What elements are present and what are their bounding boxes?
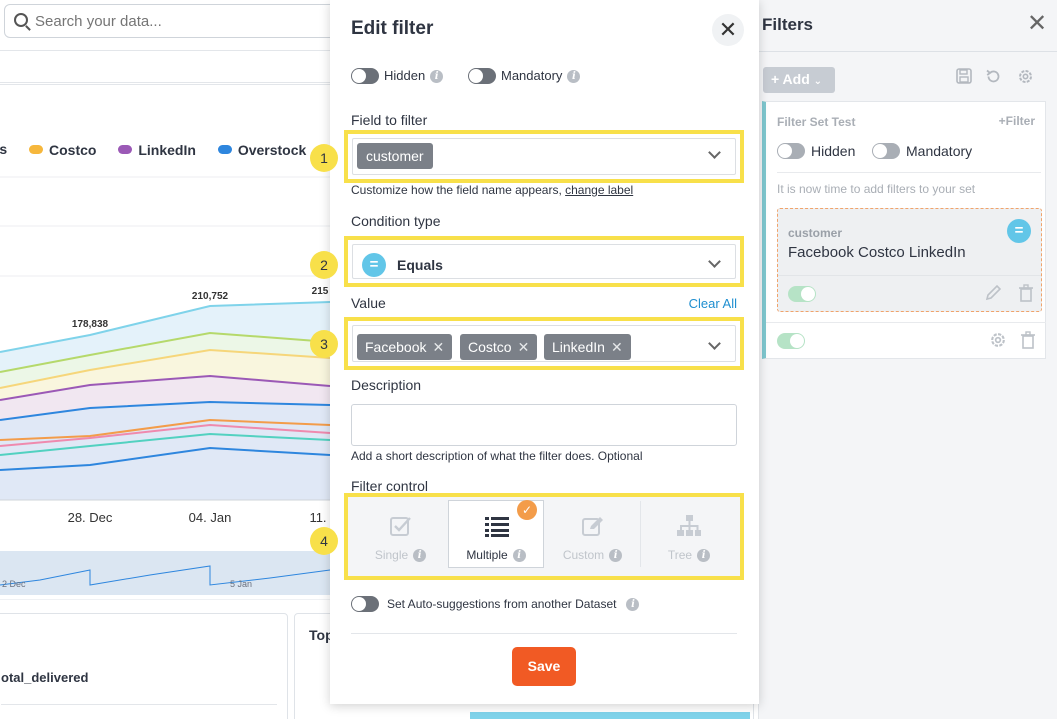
- condition-value: Equals: [397, 257, 443, 273]
- filter-set: Filter Set Test +Filter Hidden Mandatory…: [762, 101, 1046, 359]
- edit-icon: [582, 517, 603, 536]
- filter-set-hint: It is now time to add filters to your se…: [777, 182, 976, 196]
- filter-set-title: Filter Set Test: [777, 115, 856, 129]
- field-hint: Customize how the field name appears, ch…: [351, 183, 634, 197]
- checkbox-icon: [390, 517, 411, 536]
- add-filter-dropdown[interactable]: + Add ⌄: [763, 67, 835, 93]
- list-icon: [485, 517, 509, 537]
- info-icon[interactable]: i: [609, 549, 623, 563]
- auto-suggest-label: Set Auto-suggestions from another Datase…: [387, 597, 640, 612]
- close-icon[interactable]: ✕: [432, 339, 444, 355]
- mandatory-label: Mandatory: [906, 143, 973, 159]
- area-chart: 178,838 210,752 215 28. Dec 04. Jan 11. …: [0, 176, 330, 600]
- filter-control-label: Filter control: [351, 478, 429, 494]
- step-badge-1: 1: [310, 144, 338, 172]
- description-hint: Add a short description of what the filt…: [351, 449, 643, 463]
- chart-gridlines: [0, 176, 330, 277]
- x-tick-label: 28. Dec: [68, 510, 113, 525]
- check-icon: ✓: [517, 500, 537, 520]
- info-icon[interactable]: i: [512, 549, 526, 563]
- hidden-toggle[interactable]: [777, 143, 805, 159]
- condition-label: Condition type: [351, 213, 441, 229]
- control-option-single[interactable]: Single i: [353, 501, 449, 567]
- condition-select[interactable]: = Equals: [352, 244, 736, 279]
- step-badge-2: 2: [310, 251, 338, 279]
- equals-icon: =: [1007, 219, 1031, 243]
- filter-set-enabled-toggle[interactable]: [777, 333, 805, 349]
- navigator-label: 2 Dec: [2, 579, 26, 589]
- control-option-custom[interactable]: Custom i: [545, 501, 641, 567]
- info-icon[interactable]: i: [430, 70, 444, 84]
- tree-icon: [677, 515, 701, 536]
- data-label: 215: [312, 286, 329, 297]
- condition-select-highlight: = Equals: [344, 236, 744, 287]
- value-chip-facebook[interactable]: Facebook ✕: [357, 334, 453, 360]
- step-badge-4: 4: [310, 527, 338, 555]
- hidden-toggle[interactable]: [351, 68, 379, 84]
- info-icon[interactable]: i: [626, 598, 640, 612]
- field-select[interactable]: customer: [352, 138, 736, 175]
- trash-icon[interactable]: [1020, 331, 1036, 354]
- control-option-tree[interactable]: Tree i: [641, 501, 737, 567]
- hidden-label: Hidden: [811, 143, 856, 159]
- filter-values: Facebook Costco LinkedIn: [788, 244, 966, 261]
- filter-card-customer[interactable]: customer Facebook Costco LinkedIn =: [777, 208, 1042, 312]
- close-icon[interactable]: ✕: [518, 339, 530, 355]
- value-chip-linkedin[interactable]: LinkedIn ✕: [544, 334, 631, 360]
- info-icon[interactable]: i: [413, 549, 427, 563]
- filters-title: Filters: [762, 15, 814, 34]
- chevron-down-icon: [708, 255, 721, 268]
- hidden-label: Hidden i: [384, 68, 444, 84]
- filter-field-name: customer: [788, 226, 843, 240]
- filter-enabled-toggle[interactable]: [788, 286, 816, 302]
- info-icon[interactable]: i: [567, 70, 581, 84]
- card-metric-label: otal_delivered: [1, 670, 89, 685]
- trash-icon[interactable]: [1018, 284, 1034, 307]
- filters-panel: Filters ✕ + Add ⌄ Filter Set Test +Filte…: [758, 0, 1057, 719]
- save-icon[interactable]: [956, 68, 972, 89]
- reset-icon[interactable]: [985, 68, 1002, 90]
- bottom-card-left: otal_delivered: [0, 613, 288, 719]
- value-select-highlight: Facebook ✕ Costco ✕ LinkedIn ✕: [344, 317, 744, 370]
- field-chip: customer: [357, 143, 433, 169]
- x-tick-label: 11.: [309, 510, 326, 525]
- chevron-down-icon: [708, 146, 721, 159]
- step-badge-3: 3: [310, 330, 338, 358]
- description-label: Description: [351, 377, 422, 393]
- chevron-down-icon: ⌄: [813, 76, 823, 87]
- x-tick-label: 04. Jan: [189, 510, 232, 525]
- value-label: Value: [351, 295, 386, 311]
- mandatory-label: Mandatory i: [501, 68, 581, 84]
- pencil-icon[interactable]: [984, 284, 1002, 307]
- value-chip-costco[interactable]: Costco ✕: [460, 334, 538, 360]
- modal-title: Edit filter: [351, 18, 434, 39]
- change-label-link[interactable]: change label: [565, 183, 633, 197]
- value-multiselect[interactable]: Facebook ✕ Costco ✕ LinkedIn ✕: [352, 325, 736, 362]
- field-select-highlight: customer: [344, 130, 744, 183]
- gear-icon[interactable]: [989, 331, 1007, 354]
- filter-control-highlight: Single i Multiple i ✓ Custom i Tree i: [344, 493, 744, 580]
- auto-suggest-toggle[interactable]: [351, 596, 379, 612]
- close-icon[interactable]: ✕: [611, 339, 623, 355]
- mandatory-toggle[interactable]: [872, 143, 900, 159]
- panel-divider: [759, 51, 1057, 52]
- field-label: Field to filter: [351, 112, 428, 128]
- close-icon[interactable]: ✕: [712, 14, 744, 46]
- mandatory-toggle[interactable]: [468, 68, 496, 84]
- save-button[interactable]: Save: [512, 647, 576, 686]
- chevron-down-icon: [708, 337, 721, 350]
- add-filter-link[interactable]: +Filter: [999, 114, 1035, 128]
- info-icon[interactable]: i: [697, 549, 711, 563]
- data-label: 210,752: [192, 291, 229, 302]
- navigator-label: 5 Jan: [230, 579, 252, 589]
- equals-icon: =: [362, 253, 386, 277]
- clear-all-link[interactable]: Clear All: [689, 296, 737, 311]
- data-label: 178,838: [72, 319, 109, 330]
- edit-filter-modal: Edit filter ✕ Hidden i Mandatory i Field t…: [310, 0, 759, 704]
- close-icon[interactable]: ✕: [1027, 12, 1047, 36]
- description-input[interactable]: [351, 404, 737, 446]
- gear-icon[interactable]: [1017, 68, 1034, 90]
